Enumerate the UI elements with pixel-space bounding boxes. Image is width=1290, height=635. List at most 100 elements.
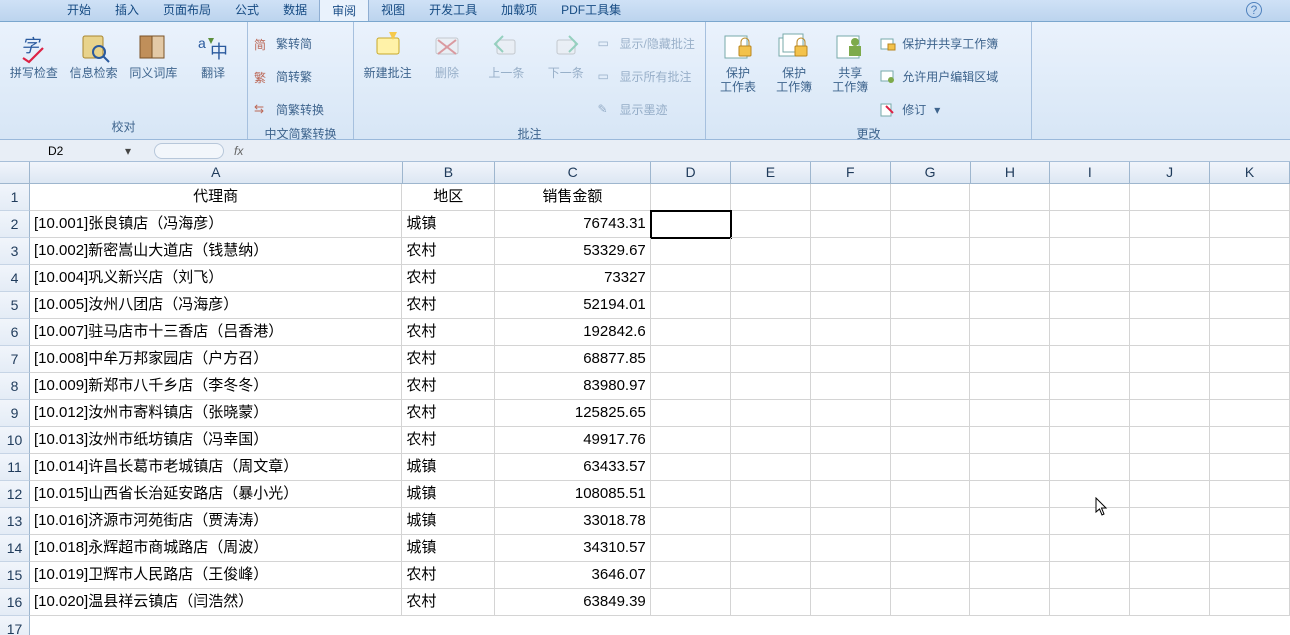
row-header[interactable]: 12 (0, 481, 30, 508)
cell[interactable] (731, 454, 811, 481)
cell[interactable]: 农村 (402, 373, 495, 400)
cell[interactable] (970, 400, 1050, 427)
cell[interactable] (731, 319, 811, 346)
row-header[interactable]: 6 (0, 319, 30, 346)
cell[interactable]: [10.008]中牟万邦家园店（户方召） (30, 346, 402, 373)
protect-sheet-button[interactable]: 保护 工作表 (712, 26, 764, 94)
cell[interactable] (731, 265, 811, 292)
cell[interactable] (1130, 238, 1210, 265)
cell[interactable] (1210, 265, 1290, 292)
row-header[interactable]: 1 (0, 184, 30, 211)
tab-5[interactable]: 审阅 (319, 0, 369, 21)
col-header-I[interactable]: I (1050, 162, 1130, 183)
col-header-J[interactable]: J (1130, 162, 1210, 183)
cell[interactable] (1210, 292, 1290, 319)
cell[interactable]: 83980.97 (495, 373, 651, 400)
cell[interactable]: 68877.85 (495, 346, 651, 373)
row-header[interactable]: 4 (0, 265, 30, 292)
cell[interactable] (1130, 535, 1210, 562)
cell[interactable] (891, 562, 971, 589)
cell[interactable] (1050, 373, 1130, 400)
cell[interactable] (1210, 535, 1290, 562)
cell[interactable] (811, 211, 891, 238)
cell[interactable] (651, 589, 731, 616)
cell[interactable] (970, 427, 1050, 454)
cell[interactable] (651, 373, 731, 400)
cell[interactable] (651, 454, 731, 481)
cell[interactable]: [10.020]温县祥云镇店（闫浩然） (30, 589, 402, 616)
show-all-comments-button[interactable]: ▭显示所有批注 (598, 63, 700, 90)
cell[interactable] (1210, 454, 1290, 481)
row-header[interactable]: 13 (0, 508, 30, 535)
cell[interactable] (970, 562, 1050, 589)
cell[interactable] (811, 535, 891, 562)
cell[interactable] (651, 346, 731, 373)
cell[interactable] (1210, 184, 1290, 211)
cell[interactable] (891, 319, 971, 346)
cell[interactable]: [10.014]许昌长葛市老城镇店（周文章） (30, 454, 402, 481)
cell[interactable]: 城镇 (402, 535, 495, 562)
cell[interactable] (651, 535, 731, 562)
col-header-B[interactable]: B (403, 162, 496, 183)
cell[interactable]: 农村 (402, 238, 495, 265)
cell[interactable] (811, 562, 891, 589)
cell[interactable] (1050, 319, 1130, 346)
cell[interactable] (1050, 184, 1130, 211)
cell[interactable] (891, 589, 971, 616)
cell[interactable]: 76743.31 (495, 211, 651, 238)
track-changes-button[interactable]: 修订▾ (880, 96, 1025, 123)
cell[interactable] (970, 346, 1050, 373)
cell[interactable]: 农村 (402, 400, 495, 427)
cell[interactable] (1210, 373, 1290, 400)
cell[interactable] (731, 562, 811, 589)
cell[interactable] (811, 184, 891, 211)
cell[interactable] (1050, 211, 1130, 238)
new-comment-button[interactable]: 新建批注 (360, 26, 415, 80)
cell[interactable]: 73327 (495, 265, 651, 292)
cell[interactable]: 城镇 (402, 508, 495, 535)
cell[interactable] (891, 373, 971, 400)
cell[interactable] (731, 373, 811, 400)
tab-6[interactable]: 视图 (369, 0, 417, 21)
cell[interactable] (1210, 562, 1290, 589)
cell[interactable] (651, 562, 731, 589)
cell[interactable]: 地区 (402, 184, 495, 211)
cell[interactable] (811, 589, 891, 616)
cell[interactable]: 192842.6 (495, 319, 651, 346)
cell[interactable]: 33018.78 (495, 508, 651, 535)
cell[interactable] (1210, 238, 1290, 265)
cell[interactable] (1050, 346, 1130, 373)
cell[interactable] (1050, 481, 1130, 508)
cell[interactable] (1130, 454, 1210, 481)
cell[interactable] (1210, 427, 1290, 454)
allow-edit-ranges-button[interactable]: 允许用户编辑区域 (880, 63, 1025, 90)
col-header-D[interactable]: D (651, 162, 731, 183)
cell[interactable] (970, 238, 1050, 265)
col-header-F[interactable]: F (811, 162, 891, 183)
cell[interactable] (811, 427, 891, 454)
col-header-A[interactable]: A (30, 162, 403, 183)
cell[interactable] (811, 265, 891, 292)
cell[interactable] (1130, 346, 1210, 373)
cell[interactable]: 125825.65 (495, 400, 651, 427)
cell[interactable]: [10.007]驻马店市十三香店（吕香港） (30, 319, 402, 346)
cell[interactable]: 农村 (402, 292, 495, 319)
cell[interactable]: 49917.76 (495, 427, 651, 454)
cell[interactable] (811, 319, 891, 346)
cell[interactable]: 城镇 (402, 211, 495, 238)
spellcheck-button[interactable]: 字 拼写检查 (6, 26, 62, 80)
cell[interactable]: [10.019]卫辉市人民路店（王俊峰） (30, 562, 402, 589)
cell[interactable]: [10.001]张良镇店（冯海彦） (30, 211, 402, 238)
row-header[interactable]: 2 (0, 211, 30, 238)
cell[interactable] (1130, 400, 1210, 427)
cell[interactable] (731, 427, 811, 454)
share-workbook-button[interactable]: 共享 工作簿 (824, 26, 876, 94)
select-all-corner[interactable] (0, 162, 30, 184)
cell[interactable] (651, 319, 731, 346)
tab-4[interactable]: 数据 (271, 0, 319, 21)
cell[interactable] (1130, 319, 1210, 346)
cell[interactable]: 52194.01 (495, 292, 651, 319)
thesaurus-button[interactable]: 同义词库 (126, 26, 182, 80)
row-header[interactable]: 5 (0, 292, 30, 319)
cell[interactable]: [10.005]汝州八团店（冯海彦） (30, 292, 402, 319)
